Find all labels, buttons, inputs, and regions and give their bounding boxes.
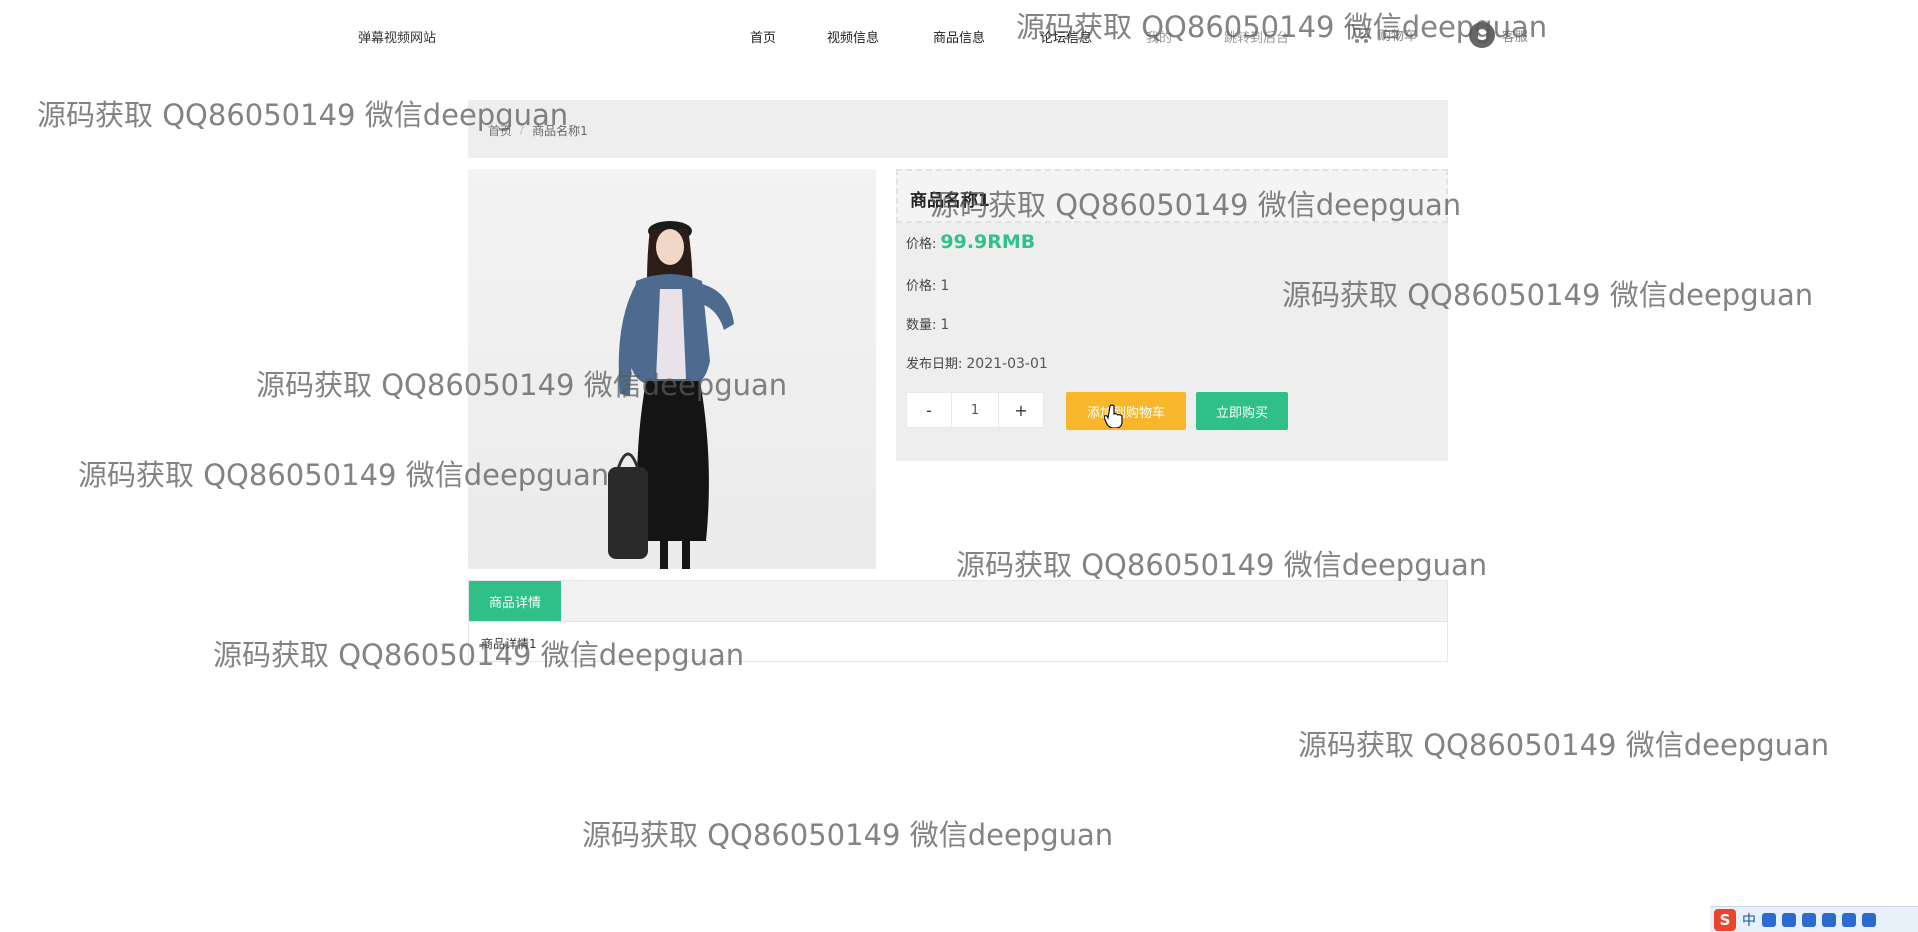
ime-voice-icon[interactable]	[1782, 912, 1796, 927]
watermark: 源码获取 QQ86050149 微信deepguan	[582, 818, 1114, 852]
top-nav: 首页 视频信息 商品信息 论坛信息 我的 跳转到后台 购物车 客服	[0, 22, 1918, 48]
details-tab-bar: 商品详情	[469, 581, 1447, 622]
product-title: 商品名称1	[910, 191, 990, 211]
product-photo-icon	[608, 221, 734, 569]
tab-product-details[interactable]: 商品详情	[469, 581, 561, 621]
ime-toolbar[interactable]: S 中	[1710, 906, 1918, 932]
watermark: 源码获取 QQ86050149 微信deepguan	[956, 548, 1488, 582]
nav-mine[interactable]: 我的	[1146, 27, 1172, 46]
nav-backend[interactable]: 跳转到后台	[1224, 27, 1289, 46]
nav-service[interactable]: 客服	[1468, 21, 1528, 49]
details-content: 商品详情1	[481, 637, 537, 651]
nav-video-info[interactable]: 视频信息	[827, 27, 879, 46]
nav-cart[interactable]: 购物车	[1348, 23, 1417, 45]
nav-forum-info[interactable]: 论坛信息	[1040, 27, 1092, 46]
date-label: 发布日期:	[906, 357, 963, 372]
watermark: 源码获取 QQ86050149 微信deepguan	[1298, 728, 1830, 762]
product-image[interactable]	[468, 169, 876, 569]
cart-label: 购物车	[1378, 28, 1418, 44]
quantity-input[interactable]: 1	[952, 392, 998, 428]
price-secondary-value: 1	[940, 278, 950, 294]
breadcrumb-separator: /	[520, 122, 525, 136]
quantity-stepper: - 1 +	[906, 392, 1044, 428]
date-row: 发布日期: 2021-03-01	[906, 353, 1048, 372]
quantity-row: 数量: 1	[906, 314, 949, 333]
buy-now-button[interactable]: 立即购买	[1196, 392, 1288, 430]
price-row: 价格: 99.9RMB	[906, 231, 1035, 253]
breadcrumb-current: 商品名称1	[532, 124, 588, 138]
breadcrumb-bar: 首页 / 商品名称1	[468, 100, 1448, 158]
add-to-cart-button[interactable]: 添加到购物车	[1066, 392, 1186, 430]
ime-menu-icon[interactable]	[1862, 912, 1876, 927]
breadcrumb: 首页 / 商品名称1	[488, 122, 588, 139]
product-info-panel: 商品名称1 价格: 99.9RMB 价格: 1 数量: 1 发布日期: 2021…	[896, 169, 1448, 461]
price-value: 99.9RMB	[940, 231, 1036, 253]
quantity-label: 数量:	[906, 318, 937, 333]
price-label: 价格:	[906, 237, 937, 252]
hand-cursor-icon	[1104, 404, 1123, 428]
ime-logo-icon[interactable]: S	[1714, 908, 1736, 931]
price-secondary-label: 价格:	[906, 279, 937, 294]
ime-mode[interactable]: 中	[1742, 910, 1756, 930]
cart-icon	[1348, 23, 1372, 45]
breadcrumb-home[interactable]: 首页	[488, 122, 512, 139]
quantity-minus-button[interactable]: -	[906, 392, 952, 428]
product-title-box: 商品名称1	[896, 169, 1448, 223]
ime-emoji-icon[interactable]	[1762, 912, 1776, 927]
service-label: 客服	[1502, 29, 1529, 45]
quantity-plus-button[interactable]: +	[998, 392, 1044, 428]
quantity-value: 1	[940, 317, 950, 333]
nav-home[interactable]: 首页	[750, 27, 776, 46]
ime-skin-icon[interactable]	[1842, 912, 1856, 927]
date-value: 2021-03-01	[966, 356, 1048, 372]
nav-product-info[interactable]: 商品信息	[933, 27, 985, 46]
ime-keyboard-icon[interactable]	[1802, 912, 1816, 927]
price-secondary-row: 价格: 1	[906, 275, 949, 294]
ime-user-icon[interactable]	[1822, 912, 1836, 927]
customer-service-icon	[1468, 21, 1496, 49]
product-details-section: 商品详情 商品详情1	[468, 580, 1448, 662]
